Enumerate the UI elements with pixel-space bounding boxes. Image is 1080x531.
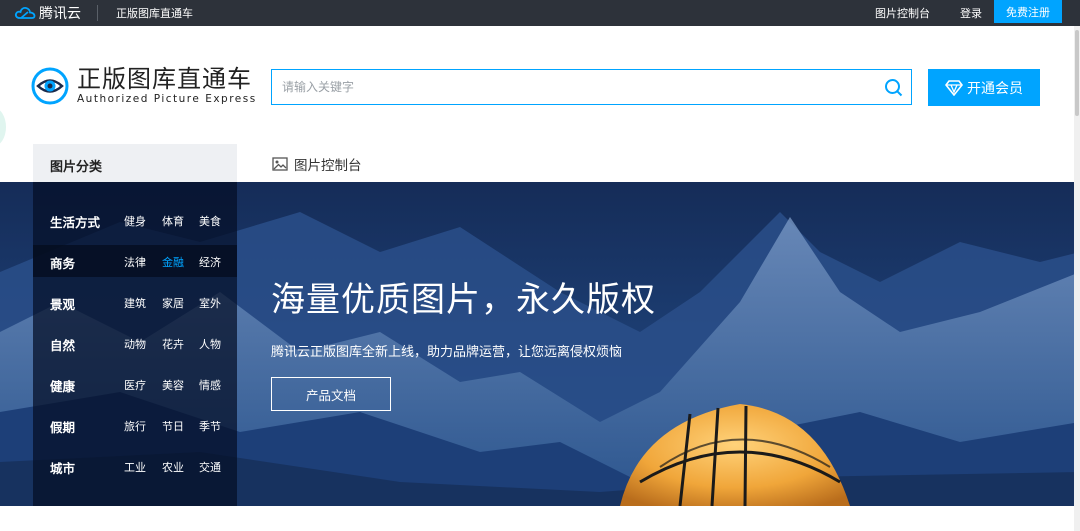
subcategory-link[interactable]: 美容 <box>162 377 184 393</box>
category-row[interactable]: 假期 旅行 节日 季节 <box>33 409 237 441</box>
topbar-divider <box>97 5 98 21</box>
brand-title: 正版图库直通车 <box>77 65 252 93</box>
subcategory-link[interactable]: 情感 <box>199 377 221 393</box>
subcategory-link[interactable]: 健身 <box>124 213 146 229</box>
subcategory-link[interactable]: 金融 <box>162 254 184 270</box>
eye-logo-icon <box>31 67 69 104</box>
search-input[interactable] <box>282 70 872 104</box>
subcategory-link[interactable]: 旅行 <box>124 418 146 434</box>
subcategory-link[interactable]: 人物 <box>199 336 221 352</box>
vip-button-label: 开通会员 <box>967 80 1023 97</box>
subcategory-link[interactable]: 农业 <box>162 459 184 475</box>
category-name[interactable]: 健康 <box>50 376 75 395</box>
category-row[interactable]: 商务 法律 金融 经济 <box>33 245 237 277</box>
register-button[interactable]: 免费注册 <box>994 0 1062 23</box>
subcategory-link[interactable]: 经济 <box>199 254 221 270</box>
category-name[interactable]: 景观 <box>50 294 75 313</box>
brand-subtitle: Authorized Picture Express <box>77 93 257 105</box>
subcategory-link[interactable]: 动物 <box>124 336 146 352</box>
subcategory-link[interactable]: 节日 <box>162 418 184 434</box>
diamond-icon <box>945 79 963 96</box>
hero-title: 海量优质图片，永久版权 <box>271 280 656 320</box>
tab-picture-console[interactable]: 图片控制台 <box>272 154 362 174</box>
search-icon[interactable] <box>884 78 903 97</box>
image-icon <box>272 157 288 171</box>
console-link[interactable]: 图片控制台 <box>875 5 930 21</box>
top-nav-bar: 腾讯云 正版图库直通车 图片控制台 登录 免费注册 <box>0 0 1080 26</box>
category-header-label: 图片分类 <box>50 160 103 175</box>
subcategory-link[interactable]: 花卉 <box>162 336 184 352</box>
product-name: 正版图库直通车 <box>116 7 193 20</box>
category-name[interactable]: 自然 <box>50 335 75 354</box>
subcategory-link[interactable]: 医疗 <box>124 377 146 393</box>
console-tab-label: 图片控制台 <box>294 158 362 174</box>
subcategory-link[interactable]: 室外 <box>199 295 221 311</box>
category-row[interactable]: 景观 建筑 家居 室外 <box>33 286 237 318</box>
category-row[interactable]: 城市 工业 农业 交通 <box>33 450 237 482</box>
subcategory-link[interactable]: 美食 <box>199 213 221 229</box>
category-header: 图片分类 <box>33 144 237 182</box>
scrollbar-thumb[interactable] <box>1075 30 1079 116</box>
search-box <box>271 69 912 105</box>
category-row[interactable]: 自然 动物 花卉 人物 <box>33 327 237 359</box>
logo-text: 腾讯云 <box>39 6 81 22</box>
subcategory-link[interactable]: 建筑 <box>124 295 146 311</box>
category-row[interactable]: 生活方式 健身 体育 美食 <box>33 204 237 236</box>
category-name[interactable]: 城市 <box>50 458 75 477</box>
category-row[interactable]: 健康 医疗 美容 情感 <box>33 368 237 400</box>
category-name[interactable]: 商务 <box>50 253 75 272</box>
hero-description: 腾讯云正版图库全新上线，助力品牌运营，让您远离侵权烦恼 <box>271 345 623 360</box>
category-name[interactable]: 假期 <box>50 417 75 436</box>
login-link[interactable]: 登录 <box>960 5 982 21</box>
subcategory-link[interactable]: 交通 <box>199 459 221 475</box>
subcategory-link[interactable]: 家居 <box>162 295 184 311</box>
subcategory-link[interactable]: 季节 <box>199 418 221 434</box>
tencent-cloud-logo[interactable]: 腾讯云 <box>14 3 81 23</box>
subcategory-link[interactable]: 体育 <box>162 213 184 229</box>
floating-side-widget[interactable] <box>0 108 6 146</box>
cloud-logo-icon <box>14 7 36 19</box>
subcategory-link[interactable]: 法律 <box>124 254 146 270</box>
brand-logo[interactable]: 正版图库直通车 Authorized Picture Express <box>31 66 257 105</box>
subcategory-link[interactable]: 工业 <box>124 459 146 475</box>
open-membership-button[interactable]: 开通会员 <box>928 69 1040 106</box>
product-docs-button[interactable]: 产品文档 <box>271 377 391 411</box>
category-name[interactable]: 生活方式 <box>50 212 100 231</box>
